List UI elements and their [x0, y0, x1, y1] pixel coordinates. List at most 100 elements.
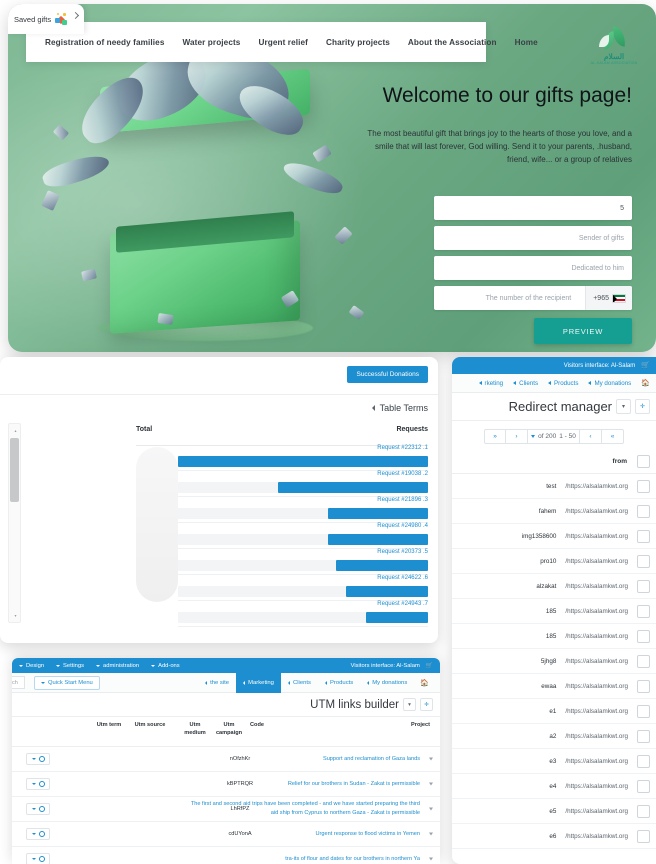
row-checkbox[interactable]	[637, 529, 650, 543]
row-actions-button[interactable]	[26, 853, 50, 864]
row-checkbox[interactable]	[637, 704, 650, 718]
select-all-checkbox[interactable]	[637, 455, 650, 468]
chevron-down-icon[interactable]	[429, 857, 433, 861]
menu-item-clients[interactable]: Clients	[281, 673, 318, 693]
dedicated-field[interactable]: Dedicated to him	[434, 256, 632, 280]
row-checkbox[interactable]	[637, 554, 650, 568]
search-input[interactable]: ch	[12, 676, 25, 689]
topbar-item-design[interactable]: Design	[19, 663, 44, 669]
successful-donations-button[interactable]: Successful Donations	[347, 366, 428, 383]
table-row[interactable]: e5/https://alsalamkwt.org	[452, 799, 656, 824]
request-link[interactable]: Request #22312 .1	[377, 445, 428, 451]
scroll-down-icon[interactable]: ▾	[13, 613, 18, 618]
table-row[interactable]: LhRfPZ The first and second aid trips hav…	[12, 797, 440, 822]
quick-start-menu-button[interactable]: Quick Start Menu	[34, 675, 100, 690]
table-row[interactable]: 5jhg8/https://alsalamkwt.org	[452, 649, 656, 674]
home-icon[interactable]: 🏠	[641, 379, 650, 387]
topbar-item-settings[interactable]: Settings	[56, 663, 84, 669]
vertical-scrollbar[interactable]: ▴ ▾	[8, 423, 21, 623]
menu-item-products[interactable]: Products	[548, 380, 578, 387]
row-checkbox[interactable]	[637, 579, 650, 593]
amount-field[interactable]: 5	[434, 196, 632, 220]
brand-logo[interactable]: السلام AL-SALAM ASSOCIATION	[590, 26, 638, 66]
request-link[interactable]: Request #24622 .6	[377, 575, 428, 581]
request-link[interactable]: Request #24980 .4	[377, 523, 428, 529]
row-actions-button[interactable]	[26, 753, 50, 765]
table-terms-toggle[interactable]: Table Terms	[371, 403, 428, 413]
preview-button[interactable]: PREVIEW	[534, 318, 632, 344]
table-row[interactable]: kBPTRQR Relief for our brothers in Sudan …	[12, 772, 440, 797]
options-caret-button[interactable]: ▾	[616, 399, 631, 414]
pager-prev-button[interactable]: ›	[506, 429, 528, 444]
request-link[interactable]: Request #19038 .2	[377, 471, 428, 477]
row-checkbox[interactable]	[637, 829, 650, 843]
row-checkbox[interactable]	[637, 654, 650, 668]
home-icon[interactable]: 🏠	[414, 679, 433, 687]
saved-gifts-tab[interactable]: Saved gifts	[8, 4, 84, 34]
pager-last-button[interactable]: «	[602, 429, 624, 444]
table-row[interactable]: test/https://alsalamkwt.org	[452, 474, 656, 499]
table-row[interactable]: e1/https://alsalamkwt.org	[452, 699, 656, 724]
table-row[interactable]: img1358600/https://alsalamkwt.org	[452, 524, 656, 549]
menu-item-my-donations[interactable]: My donations	[360, 673, 414, 693]
pager-first-button[interactable]: »	[484, 429, 506, 444]
scrollbar-thumb[interactable]	[10, 438, 19, 502]
menu-item-my-donations[interactable]: My donations	[588, 380, 631, 387]
nav-item-charity-projects[interactable]: Charity projects	[317, 38, 399, 47]
nav-item-water-projects[interactable]: Water projects	[173, 38, 249, 47]
add-redirect-button[interactable]: ✛	[635, 399, 650, 414]
table-row[interactable]: fahem/https://alsalamkwt.org	[452, 499, 656, 524]
menu-item-products[interactable]: Products	[318, 673, 360, 693]
project-link[interactable]: Urgent response to flood victims in Yeme…	[182, 830, 420, 839]
request-link[interactable]: Request #21896 .3	[377, 497, 428, 503]
chevron-down-icon[interactable]	[429, 832, 433, 836]
menu-item-marketing[interactable]: Marketing	[236, 672, 281, 693]
row-checkbox[interactable]	[637, 804, 650, 818]
row-checkbox[interactable]	[637, 779, 650, 793]
row-checkbox[interactable]	[637, 629, 650, 643]
chevron-right-icon[interactable]	[71, 11, 80, 20]
table-row[interactable]: tra-its of flour and dates for our broth…	[12, 847, 440, 864]
scroll-up-icon[interactable]: ▴	[13, 428, 18, 433]
project-link[interactable]: tra-its of flour and dates for our broth…	[182, 855, 420, 864]
table-row[interactable]: e6/https://alsalamkwt.org	[452, 824, 656, 849]
topbar-item-addons[interactable]: Add-ons	[151, 663, 180, 669]
chevron-down-icon[interactable]	[429, 807, 433, 811]
nav-item-registration[interactable]: Registration of needy families	[36, 38, 173, 47]
options-caret-button[interactable]: ▾	[403, 698, 416, 711]
request-link[interactable]: Request #20373 .5	[377, 549, 428, 555]
nav-item-urgent-relief[interactable]: Urgent relief	[249, 38, 317, 47]
nav-item-home[interactable]: Home	[506, 38, 547, 47]
menu-item-clients[interactable]: Clients	[513, 380, 538, 387]
topbar-item-administration[interactable]: administration	[96, 663, 139, 669]
pager-next-button[interactable]: ‹	[580, 429, 602, 444]
table-row[interactable]: e4/https://alsalamkwt.org	[452, 774, 656, 799]
table-row[interactable]: a2/https://alsalamkwt.org	[452, 724, 656, 749]
table-row[interactable]: e3/https://alsalamkwt.org	[452, 749, 656, 774]
chevron-down-icon[interactable]	[429, 757, 433, 761]
row-actions-button[interactable]	[26, 778, 50, 790]
cart-icon[interactable]: 🛒	[641, 362, 650, 369]
row-actions-button[interactable]	[26, 828, 50, 840]
pager-range[interactable]: of 200 1 - 50	[528, 429, 580, 444]
row-checkbox[interactable]	[637, 479, 650, 493]
phone-country-selector[interactable]: +965	[585, 286, 632, 310]
cart-icon[interactable]: 🛒	[426, 663, 433, 669]
table-row[interactable]: 185/https://alsalamkwt.org	[452, 624, 656, 649]
chevron-down-icon[interactable]	[429, 782, 433, 786]
table-row[interactable]: pro10/https://alsalamkwt.org	[452, 549, 656, 574]
table-row[interactable]: cdUYonA Urgent response to flood victims …	[12, 822, 440, 847]
add-utm-link-button[interactable]: ✛	[420, 698, 433, 711]
request-link[interactable]: Request #24943 .7	[377, 601, 428, 607]
table-row[interactable]: alzakat/https://alsalamkwt.org	[452, 574, 656, 599]
row-checkbox[interactable]	[637, 679, 650, 693]
menu-item-marketing[interactable]: rketing	[479, 380, 504, 387]
table-row[interactable]: 185/https://alsalamkwt.org	[452, 599, 656, 624]
row-checkbox[interactable]	[637, 754, 650, 768]
sender-field[interactable]: Sender of gifts	[434, 226, 632, 250]
table-row[interactable]: nOfzhKr Support and reclamation of Gaza l…	[12, 747, 440, 772]
row-checkbox[interactable]	[637, 504, 650, 518]
row-checkbox[interactable]	[637, 729, 650, 743]
project-link[interactable]: Support and reclamation of Gaza lands	[182, 755, 420, 764]
recipient-phone-field[interactable]: The number of the recipient +965	[434, 286, 632, 310]
